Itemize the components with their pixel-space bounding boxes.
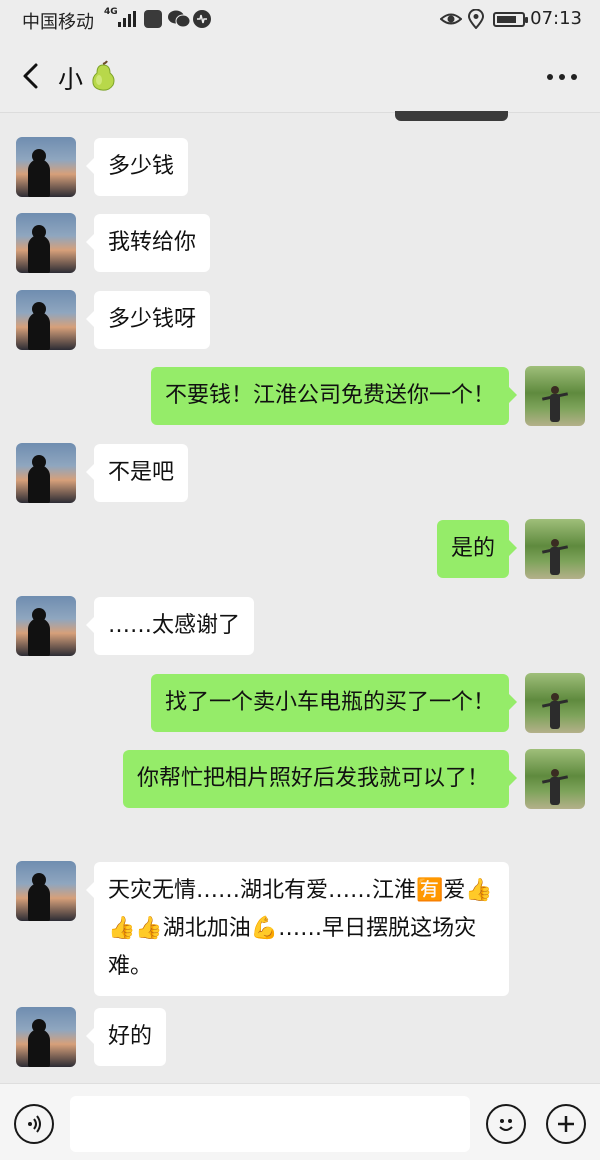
message-bubble-outgoing[interactable]: 找了一个卖小车电瓶的买了一个！ <box>150 674 518 732</box>
message-bubble-incoming[interactable]: 不是吧 <box>85 444 189 502</box>
contact-avatar[interactable] <box>16 443 76 503</box>
signal-icon <box>118 11 136 27</box>
status-bar: 中国移动 4G 07:13 <box>0 0 600 40</box>
emoji-button[interactable] <box>486 1104 526 1144</box>
location-icon <box>468 9 484 29</box>
plus-icon <box>558 1116 574 1132</box>
carrier-label: 中国移动 <box>22 12 94 33</box>
app-icon <box>144 10 162 28</box>
my-avatar[interactable] <box>525 519 585 579</box>
contact-avatar[interactable] <box>16 861 76 921</box>
music-icon <box>193 10 211 28</box>
message-bubble-incoming[interactable]: 天灾无情……湖北有爱……江淮🈶爱👍👍👍湖北加油💪……早日摆脱这场灾难。 <box>86 862 509 996</box>
more-functions-button[interactable] <box>546 1104 586 1144</box>
contact-avatar[interactable] <box>16 137 76 197</box>
message-bubble-incoming[interactable]: 我转给你 <box>85 214 211 272</box>
message-bubble-outgoing[interactable]: 不要钱！江淮公司免费送你一个！ <box>150 367 518 425</box>
more-button[interactable] <box>544 66 580 86</box>
my-avatar[interactable] <box>525 673 585 733</box>
contact-avatar[interactable] <box>16 290 76 350</box>
message-bubble-incoming[interactable]: 好的 <box>85 1008 167 1066</box>
voice-button[interactable] <box>14 1104 54 1144</box>
pear-emoji-icon <box>92 60 115 91</box>
input-bar <box>0 1083 600 1160</box>
network-type: 4G <box>104 7 118 17</box>
chat-title: 小 <box>58 65 84 94</box>
back-button[interactable] <box>14 58 50 94</box>
message-bubble-incoming[interactable]: 多少钱 <box>85 138 189 196</box>
my-avatar[interactable] <box>525 749 585 809</box>
dot-icon <box>547 74 553 80</box>
contact-avatar[interactable] <box>16 596 76 656</box>
dot-icon <box>559 74 565 80</box>
partial-image-message[interactable] <box>395 111 508 121</box>
wechat-icon <box>168 10 190 28</box>
battery-icon <box>493 12 528 27</box>
message-bubble-incoming[interactable]: 多少钱呀 <box>85 291 211 349</box>
message-bubble-incoming[interactable]: ……太感谢了 <box>85 597 255 655</box>
message-bubble-outgoing[interactable]: 是的 <box>436 520 518 578</box>
message-input[interactable] <box>70 1096 470 1152</box>
eye-icon <box>440 13 462 25</box>
contact-avatar[interactable] <box>16 1007 76 1067</box>
message-bubble-outgoing[interactable]: 你帮忙把相片照好后发我就可以了！ <box>123 750 517 808</box>
clock: 07:13 <box>530 8 582 29</box>
my-avatar[interactable] <box>525 366 585 426</box>
chat-header: 小 <box>0 40 600 113</box>
contact-avatar[interactable] <box>16 213 76 273</box>
emoji-icon <box>499 1119 513 1131</box>
dot-icon <box>571 74 577 80</box>
battery-level <box>497 16 517 23</box>
voice-icon <box>28 1115 41 1133</box>
